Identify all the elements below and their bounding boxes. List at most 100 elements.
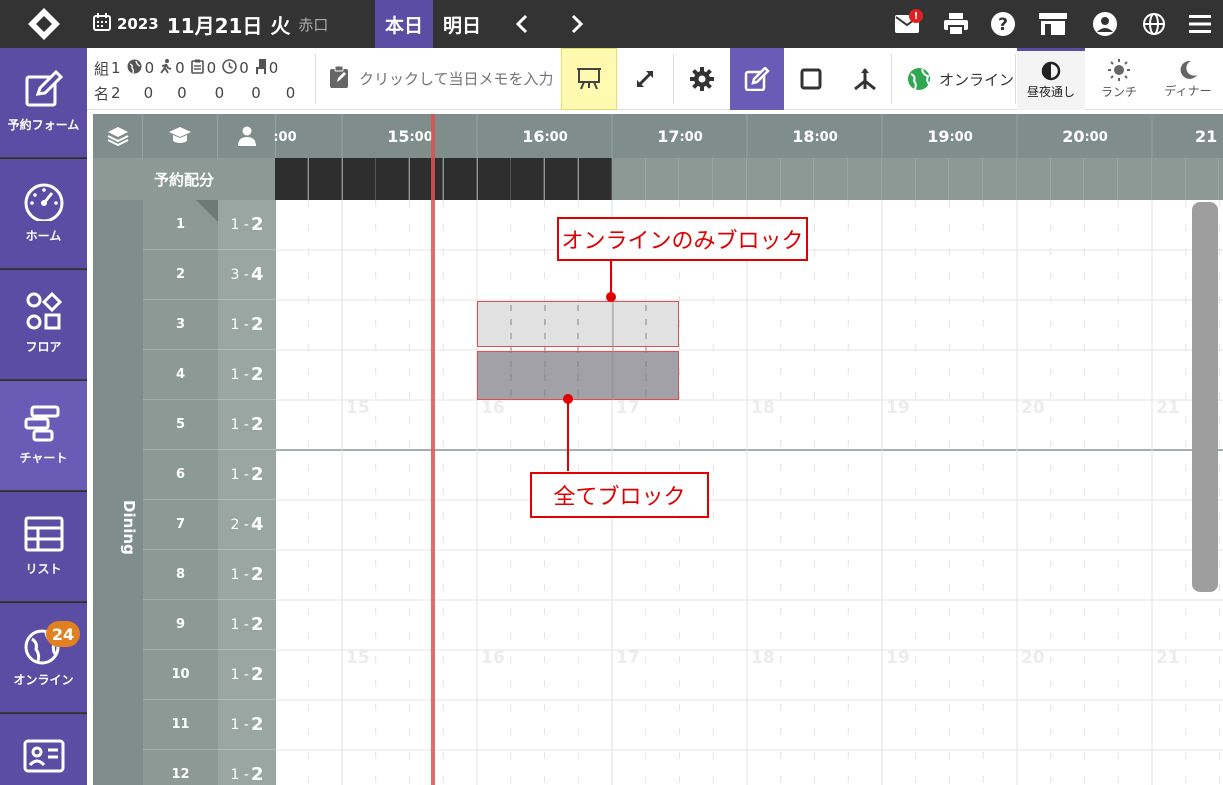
pen-icon bbox=[744, 67, 770, 91]
sidebar-item-online[interactable]: 24 オンライン bbox=[0, 603, 87, 713]
mode-all-day-button[interactable]: 昼夜通し bbox=[1017, 48, 1085, 110]
presentation-button[interactable] bbox=[561, 48, 617, 110]
allocation-slot[interactable] bbox=[748, 158, 781, 200]
allocation-slot[interactable] bbox=[578, 158, 612, 200]
callout-online-only-block: オンラインのみブロック bbox=[557, 217, 808, 261]
layers-button[interactable] bbox=[93, 114, 143, 158]
section-column: Dining bbox=[93, 200, 143, 785]
tomorrow-button[interactable]: 明日 bbox=[433, 0, 491, 48]
allocation-slot[interactable] bbox=[376, 158, 410, 200]
mode-lunch-button[interactable]: ランチ bbox=[1085, 48, 1153, 110]
toolbar-divider bbox=[891, 54, 892, 104]
app-logo[interactable] bbox=[0, 0, 87, 48]
half-moon-icon bbox=[1041, 61, 1061, 81]
allocation-slot[interactable] bbox=[1119, 158, 1152, 200]
memo-area[interactable] bbox=[319, 48, 561, 110]
table-number[interactable]: 2 bbox=[143, 250, 218, 300]
table-number[interactable]: 9 bbox=[143, 600, 218, 650]
allocation-slot[interactable] bbox=[511, 158, 545, 200]
stats-walkin-groups: 0 bbox=[175, 59, 185, 77]
table-number[interactable]: 11 bbox=[143, 700, 218, 750]
hour-watermark: 17 bbox=[616, 648, 640, 668]
allocation-label: 予約配分 bbox=[93, 158, 275, 200]
table-capacity: 1 -2 bbox=[218, 550, 276, 600]
mail-button[interactable]: ! bbox=[887, 0, 927, 48]
allocation-slot[interactable] bbox=[1186, 158, 1220, 200]
hour-watermark: 19 bbox=[886, 398, 910, 418]
allocation-slot[interactable] bbox=[613, 158, 646, 200]
store-button[interactable] bbox=[1033, 0, 1073, 48]
allocation-slot[interactable] bbox=[1085, 158, 1118, 200]
table-number[interactable]: 5 bbox=[143, 400, 218, 450]
date-year: 2023 bbox=[117, 15, 159, 33]
time-label: 21 bbox=[1195, 126, 1218, 146]
sidebar-item-list[interactable]: リスト bbox=[0, 492, 87, 602]
block-square-button[interactable] bbox=[784, 48, 838, 110]
online-toggle[interactable]: オンライン bbox=[905, 48, 1015, 110]
allocation-slot[interactable] bbox=[1051, 158, 1085, 200]
allocation-slot[interactable] bbox=[1153, 158, 1186, 200]
today-button[interactable]: 本日 bbox=[375, 0, 433, 48]
settings-button[interactable] bbox=[674, 48, 730, 110]
sidebar-item-reservation-form[interactable]: 予約フォーム bbox=[0, 48, 87, 158]
table-number[interactable]: 6 bbox=[143, 450, 218, 500]
allocation-slots[interactable] bbox=[275, 158, 1223, 200]
allocation-slot[interactable] bbox=[342, 158, 376, 200]
help-button[interactable]: ? bbox=[983, 0, 1023, 48]
allocation-slot[interactable] bbox=[815, 158, 848, 200]
table-number[interactable]: 3 bbox=[143, 300, 218, 350]
stats-clipboard-groups: 0 bbox=[206, 59, 217, 77]
time-label: 16:00 bbox=[522, 126, 568, 146]
table-number[interactable]: 10 bbox=[143, 650, 218, 700]
vertical-scrollbar-thumb[interactable] bbox=[1192, 202, 1218, 592]
allocation-slot[interactable] bbox=[410, 158, 443, 200]
allocation-slot[interactable] bbox=[1018, 158, 1051, 200]
expand-button[interactable] bbox=[617, 48, 673, 110]
sidebar-item-label: 予約フォーム bbox=[7, 118, 80, 132]
date-display[interactable]: 2023 11月21日 火 赤口 bbox=[93, 0, 328, 48]
edit-mode-button[interactable] bbox=[730, 48, 784, 110]
table-number[interactable]: 7 bbox=[143, 500, 218, 550]
allocation-slot[interactable] bbox=[545, 158, 578, 200]
allocation-slot[interactable] bbox=[477, 158, 511, 200]
language-button[interactable] bbox=[1134, 0, 1174, 48]
mode-dinner-button[interactable]: ディナー bbox=[1153, 48, 1223, 110]
allocation-slot[interactable] bbox=[714, 158, 747, 200]
table-number[interactable]: 12 bbox=[143, 750, 218, 785]
merge-button[interactable] bbox=[838, 48, 892, 110]
timeline-grid[interactable]: 15 16 17 18 19 20 21 15 16 17 18 19 20 21 bbox=[276, 200, 1223, 785]
allocation-slot[interactable] bbox=[883, 158, 916, 200]
allocation-slot[interactable] bbox=[443, 158, 477, 200]
print-button[interactable] bbox=[936, 0, 976, 48]
sidebar-item-customer[interactable] bbox=[0, 714, 87, 785]
sidebar-item-floor[interactable]: フロア bbox=[0, 270, 87, 380]
sidebar-item-home[interactable]: ホーム bbox=[0, 159, 87, 269]
allocation-slot[interactable] bbox=[984, 158, 1017, 200]
allocation-slot[interactable] bbox=[308, 158, 342, 200]
memo-input[interactable] bbox=[359, 70, 559, 88]
table-sort-button[interactable] bbox=[143, 114, 218, 158]
menu-button[interactable] bbox=[1180, 0, 1220, 48]
allocation-slot[interactable] bbox=[680, 158, 713, 200]
table-number[interactable]: 1 bbox=[143, 200, 218, 250]
table-number[interactable]: 4 bbox=[143, 350, 218, 400]
next-day-button[interactable] bbox=[557, 0, 597, 48]
stats-groups-row: 組 1 0 0 0 0 0 bbox=[94, 57, 278, 79]
hour-watermark: 18 bbox=[751, 398, 775, 418]
shapes-icon bbox=[0, 290, 87, 334]
sidebar-item-chart[interactable]: チャート bbox=[0, 381, 87, 491]
allocation-slot[interactable] bbox=[781, 158, 815, 200]
allocation-slot[interactable] bbox=[849, 158, 882, 200]
stats-walkin-people: 0 bbox=[177, 84, 187, 102]
account-button[interactable] bbox=[1085, 0, 1125, 48]
date-day-of-week: 火 bbox=[270, 13, 291, 38]
stats-clipboard-people: 0 bbox=[214, 84, 225, 102]
allocation-slot[interactable] bbox=[950, 158, 983, 200]
allocation-slot[interactable] bbox=[275, 158, 308, 200]
prev-day-button[interactable] bbox=[502, 0, 542, 48]
toolbar-divider bbox=[1015, 54, 1016, 104]
table-number[interactable]: 8 bbox=[143, 550, 218, 600]
allocation-slot[interactable] bbox=[916, 158, 950, 200]
hour-watermark: 21 bbox=[1156, 398, 1180, 418]
allocation-slot[interactable] bbox=[646, 158, 680, 200]
